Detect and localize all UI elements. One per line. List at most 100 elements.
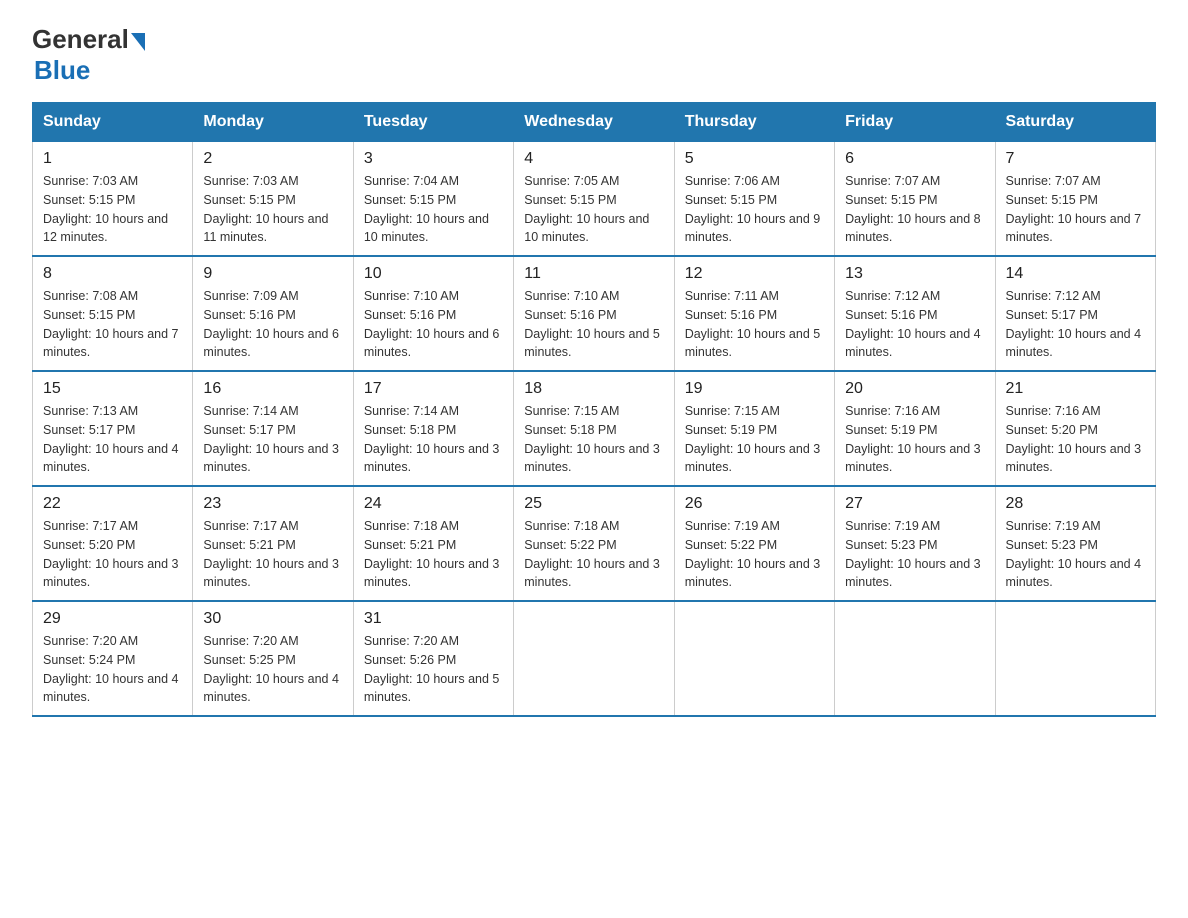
calendar-cell: 14 Sunrise: 7:12 AMSunset: 5:17 PMDaylig… bbox=[995, 256, 1155, 371]
calendar-cell bbox=[514, 601, 674, 716]
calendar-cell: 27 Sunrise: 7:19 AMSunset: 5:23 PMDaylig… bbox=[835, 486, 995, 601]
day-info: Sunrise: 7:19 AMSunset: 5:23 PMDaylight:… bbox=[1006, 517, 1145, 592]
calendar-table: SundayMondayTuesdayWednesdayThursdayFrid… bbox=[32, 102, 1156, 717]
week-row-2: 8 Sunrise: 7:08 AMSunset: 5:15 PMDayligh… bbox=[33, 256, 1156, 371]
logo-arrow-icon bbox=[131, 33, 145, 51]
day-number: 18 bbox=[524, 380, 663, 398]
calendar-cell: 13 Sunrise: 7:12 AMSunset: 5:16 PMDaylig… bbox=[835, 256, 995, 371]
day-info: Sunrise: 7:12 AMSunset: 5:17 PMDaylight:… bbox=[1006, 287, 1145, 362]
day-number: 10 bbox=[364, 265, 503, 283]
day-number: 3 bbox=[364, 150, 503, 168]
calendar-cell: 29 Sunrise: 7:20 AMSunset: 5:24 PMDaylig… bbox=[33, 601, 193, 716]
calendar-cell: 30 Sunrise: 7:20 AMSunset: 5:25 PMDaylig… bbox=[193, 601, 353, 716]
day-info: Sunrise: 7:19 AMSunset: 5:23 PMDaylight:… bbox=[845, 517, 984, 592]
calendar-cell: 22 Sunrise: 7:17 AMSunset: 5:20 PMDaylig… bbox=[33, 486, 193, 601]
day-info: Sunrise: 7:03 AMSunset: 5:15 PMDaylight:… bbox=[203, 172, 342, 247]
day-info: Sunrise: 7:05 AMSunset: 5:15 PMDaylight:… bbox=[524, 172, 663, 247]
day-number: 7 bbox=[1006, 150, 1145, 168]
calendar-cell: 10 Sunrise: 7:10 AMSunset: 5:16 PMDaylig… bbox=[353, 256, 513, 371]
weekday-header-wednesday: Wednesday bbox=[514, 103, 674, 142]
day-number: 5 bbox=[685, 150, 824, 168]
weekday-header-row: SundayMondayTuesdayWednesdayThursdayFrid… bbox=[33, 103, 1156, 142]
day-info: Sunrise: 7:04 AMSunset: 5:15 PMDaylight:… bbox=[364, 172, 503, 247]
day-number: 20 bbox=[845, 380, 984, 398]
day-info: Sunrise: 7:14 AMSunset: 5:18 PMDaylight:… bbox=[364, 402, 503, 477]
day-info: Sunrise: 7:10 AMSunset: 5:16 PMDaylight:… bbox=[364, 287, 503, 362]
day-info: Sunrise: 7:20 AMSunset: 5:25 PMDaylight:… bbox=[203, 632, 342, 707]
calendar-cell: 20 Sunrise: 7:16 AMSunset: 5:19 PMDaylig… bbox=[835, 371, 995, 486]
day-number: 28 bbox=[1006, 495, 1145, 513]
weekday-header-sunday: Sunday bbox=[33, 103, 193, 142]
weekday-header-saturday: Saturday bbox=[995, 103, 1155, 142]
day-number: 25 bbox=[524, 495, 663, 513]
calendar-cell: 25 Sunrise: 7:18 AMSunset: 5:22 PMDaylig… bbox=[514, 486, 674, 601]
day-info: Sunrise: 7:12 AMSunset: 5:16 PMDaylight:… bbox=[845, 287, 984, 362]
day-number: 24 bbox=[364, 495, 503, 513]
day-info: Sunrise: 7:09 AMSunset: 5:16 PMDaylight:… bbox=[203, 287, 342, 362]
calendar-cell bbox=[995, 601, 1155, 716]
day-info: Sunrise: 7:18 AMSunset: 5:21 PMDaylight:… bbox=[364, 517, 503, 592]
day-info: Sunrise: 7:11 AMSunset: 5:16 PMDaylight:… bbox=[685, 287, 824, 362]
calendar-cell: 23 Sunrise: 7:17 AMSunset: 5:21 PMDaylig… bbox=[193, 486, 353, 601]
day-info: Sunrise: 7:17 AMSunset: 5:20 PMDaylight:… bbox=[43, 517, 182, 592]
day-number: 21 bbox=[1006, 380, 1145, 398]
header: General Blue bbox=[32, 24, 1156, 86]
calendar-cell bbox=[674, 601, 834, 716]
calendar-cell: 6 Sunrise: 7:07 AMSunset: 5:15 PMDayligh… bbox=[835, 142, 995, 257]
weekday-header-friday: Friday bbox=[835, 103, 995, 142]
calendar-cell: 28 Sunrise: 7:19 AMSunset: 5:23 PMDaylig… bbox=[995, 486, 1155, 601]
day-number: 12 bbox=[685, 265, 824, 283]
calendar-cell: 1 Sunrise: 7:03 AMSunset: 5:15 PMDayligh… bbox=[33, 142, 193, 257]
day-number: 1 bbox=[43, 150, 182, 168]
calendar-cell: 26 Sunrise: 7:19 AMSunset: 5:22 PMDaylig… bbox=[674, 486, 834, 601]
calendar-cell: 18 Sunrise: 7:15 AMSunset: 5:18 PMDaylig… bbox=[514, 371, 674, 486]
day-info: Sunrise: 7:15 AMSunset: 5:19 PMDaylight:… bbox=[685, 402, 824, 477]
day-info: Sunrise: 7:07 AMSunset: 5:15 PMDaylight:… bbox=[1006, 172, 1145, 247]
day-number: 31 bbox=[364, 610, 503, 628]
calendar-cell: 5 Sunrise: 7:06 AMSunset: 5:15 PMDayligh… bbox=[674, 142, 834, 257]
day-number: 29 bbox=[43, 610, 182, 628]
week-row-5: 29 Sunrise: 7:20 AMSunset: 5:24 PMDaylig… bbox=[33, 601, 1156, 716]
day-number: 23 bbox=[203, 495, 342, 513]
day-info: Sunrise: 7:19 AMSunset: 5:22 PMDaylight:… bbox=[685, 517, 824, 592]
week-row-1: 1 Sunrise: 7:03 AMSunset: 5:15 PMDayligh… bbox=[33, 142, 1156, 257]
day-number: 27 bbox=[845, 495, 984, 513]
weekday-header-tuesday: Tuesday bbox=[353, 103, 513, 142]
day-info: Sunrise: 7:20 AMSunset: 5:24 PMDaylight:… bbox=[43, 632, 182, 707]
day-info: Sunrise: 7:13 AMSunset: 5:17 PMDaylight:… bbox=[43, 402, 182, 477]
day-number: 9 bbox=[203, 265, 342, 283]
day-info: Sunrise: 7:14 AMSunset: 5:17 PMDaylight:… bbox=[203, 402, 342, 477]
calendar-cell bbox=[835, 601, 995, 716]
day-number: 8 bbox=[43, 265, 182, 283]
calendar-cell: 8 Sunrise: 7:08 AMSunset: 5:15 PMDayligh… bbox=[33, 256, 193, 371]
day-info: Sunrise: 7:03 AMSunset: 5:15 PMDaylight:… bbox=[43, 172, 182, 247]
day-number: 11 bbox=[524, 265, 663, 283]
logo-general-text: General bbox=[32, 24, 129, 55]
day-number: 30 bbox=[203, 610, 342, 628]
calendar-cell: 16 Sunrise: 7:14 AMSunset: 5:17 PMDaylig… bbox=[193, 371, 353, 486]
day-number: 15 bbox=[43, 380, 182, 398]
calendar-cell: 11 Sunrise: 7:10 AMSunset: 5:16 PMDaylig… bbox=[514, 256, 674, 371]
logo-blue-text: Blue bbox=[34, 55, 90, 86]
day-number: 13 bbox=[845, 265, 984, 283]
day-number: 4 bbox=[524, 150, 663, 168]
calendar-cell: 9 Sunrise: 7:09 AMSunset: 5:16 PMDayligh… bbox=[193, 256, 353, 371]
day-info: Sunrise: 7:10 AMSunset: 5:16 PMDaylight:… bbox=[524, 287, 663, 362]
calendar-cell: 4 Sunrise: 7:05 AMSunset: 5:15 PMDayligh… bbox=[514, 142, 674, 257]
day-info: Sunrise: 7:15 AMSunset: 5:18 PMDaylight:… bbox=[524, 402, 663, 477]
weekday-header-monday: Monday bbox=[193, 103, 353, 142]
calendar-cell: 7 Sunrise: 7:07 AMSunset: 5:15 PMDayligh… bbox=[995, 142, 1155, 257]
calendar-cell: 2 Sunrise: 7:03 AMSunset: 5:15 PMDayligh… bbox=[193, 142, 353, 257]
day-info: Sunrise: 7:17 AMSunset: 5:21 PMDaylight:… bbox=[203, 517, 342, 592]
day-info: Sunrise: 7:07 AMSunset: 5:15 PMDaylight:… bbox=[845, 172, 984, 247]
day-number: 14 bbox=[1006, 265, 1145, 283]
calendar-cell: 19 Sunrise: 7:15 AMSunset: 5:19 PMDaylig… bbox=[674, 371, 834, 486]
logo: General Blue bbox=[32, 24, 145, 86]
calendar-cell: 15 Sunrise: 7:13 AMSunset: 5:17 PMDaylig… bbox=[33, 371, 193, 486]
day-number: 19 bbox=[685, 380, 824, 398]
day-number: 26 bbox=[685, 495, 824, 513]
calendar-cell: 24 Sunrise: 7:18 AMSunset: 5:21 PMDaylig… bbox=[353, 486, 513, 601]
weekday-header-thursday: Thursday bbox=[674, 103, 834, 142]
day-info: Sunrise: 7:18 AMSunset: 5:22 PMDaylight:… bbox=[524, 517, 663, 592]
calendar-cell: 17 Sunrise: 7:14 AMSunset: 5:18 PMDaylig… bbox=[353, 371, 513, 486]
